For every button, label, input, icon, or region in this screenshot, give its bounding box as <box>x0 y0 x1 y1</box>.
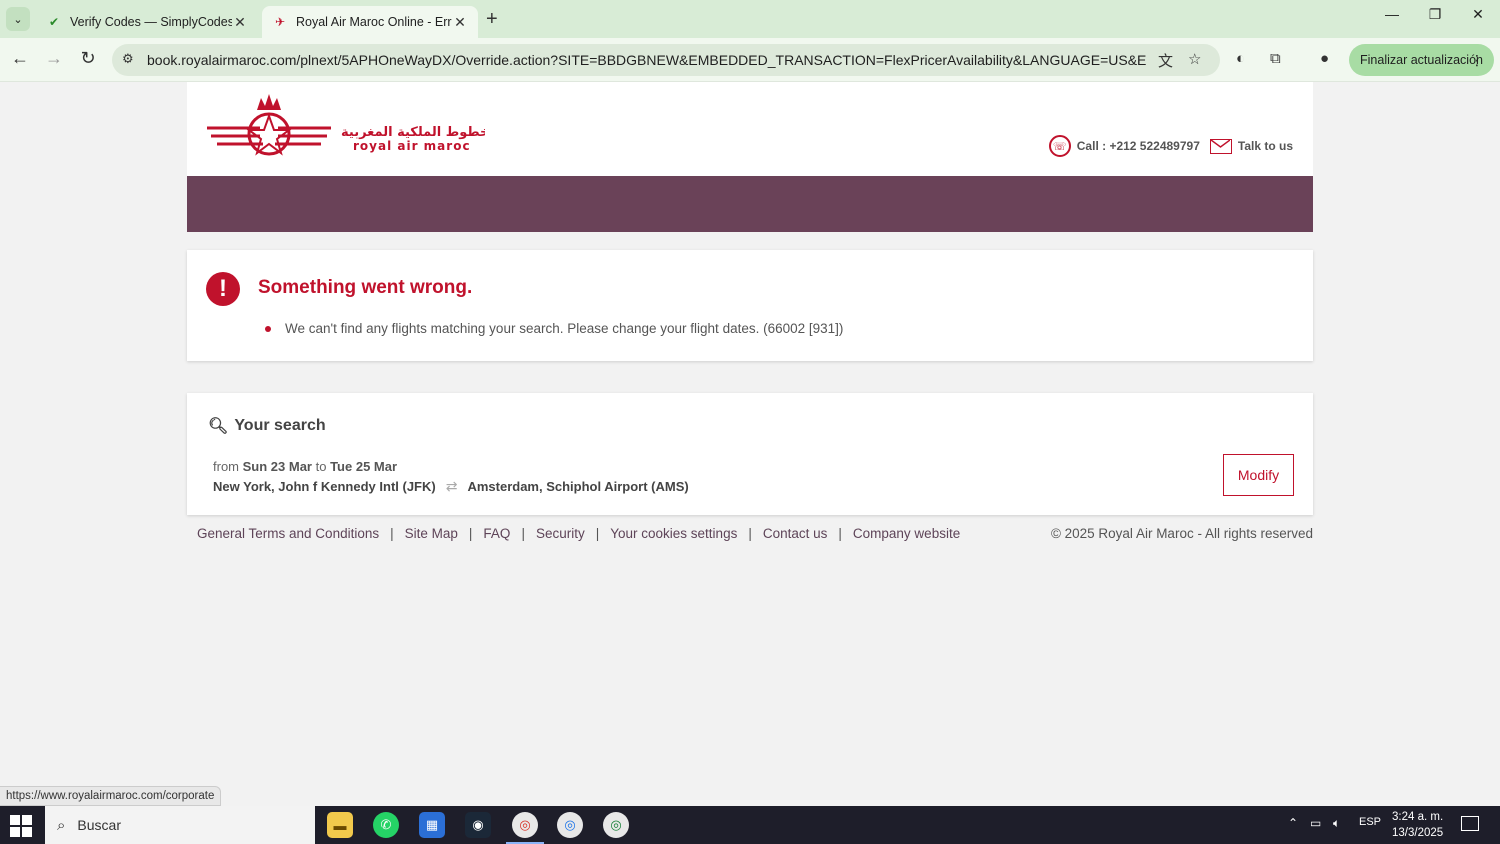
windows-taskbar: ⌕ Buscar ▬ ✆ ▦ ◉ ◎ ◎ ◎ ⌃ ▭ 🔈︎ ESP 3:24 a… <box>0 806 1500 844</box>
destination-airport: Amsterdam, Schiphol Airport (AMS) <box>467 479 689 494</box>
tab-royal-air-maroc[interactable]: ✈ Royal Air Maroc Online - Error ✕ <box>262 6 478 38</box>
departure-date: Sun 23 Mar <box>242 459 312 474</box>
footer-separator: | <box>748 526 752 541</box>
error-title: Something went wrong. <box>258 277 473 298</box>
your-search-panel: 🔍︎ Your search from Sun 23 Mar to Tue 25… <box>187 393 1313 515</box>
footer-separator: | <box>521 526 525 541</box>
footer-link-company[interactable]: Company website <box>853 526 960 541</box>
svg-text:royal air maroc: royal air maroc <box>353 139 471 153</box>
svg-text:الخطوط الملكية المغربية: الخطوط الملكية المغربية <box>341 125 485 140</box>
footer-links: General Terms and Conditions | Site Map | … <box>197 526 960 541</box>
new-tab-icon[interactable]: + <box>486 8 498 31</box>
search-icon: 🔍︎ <box>208 418 229 435</box>
windows-start-icon[interactable] <box>10 815 32 837</box>
footer-link-terms[interactable]: General Terms and Conditions <box>197 526 379 541</box>
url-text[interactable]: book.royalairmaroc.com/plnext/5APHOneWay… <box>147 52 1147 68</box>
bookmark-star-icon[interactable]: ☆ <box>1188 50 1201 68</box>
origin-airport: New York, John f Kennedy Intl (JFK) <box>213 479 436 494</box>
extensions-puzzle-icon[interactable]: ⧉ <box>1270 50 1281 67</box>
forward-icon[interactable]: → <box>42 48 66 69</box>
update-label: Finalizar actualización <box>1360 53 1483 67</box>
steam-icon[interactable]: ◉ <box>465 812 491 838</box>
restore-icon[interactable]: ❐ <box>1415 6 1455 23</box>
minimize-icon[interactable]: — <box>1372 6 1412 22</box>
return-date: Tue 25 Mar <box>330 459 398 474</box>
search-dates: from Sun 23 Mar to Tue 25 Mar <box>213 459 397 474</box>
reload-icon[interactable]: ↻ <box>76 48 100 69</box>
search-summary-title: 🔍︎ Your search <box>208 416 326 436</box>
close-window-icon[interactable]: ✕ <box>1458 6 1498 23</box>
tab-search-button[interactable]: ⌄ <box>6 7 30 31</box>
status-bar-url: https://www.royalairmaroc.com/corporate <box>0 786 222 806</box>
notification-center-icon[interactable] <box>1461 816 1479 831</box>
network-icon[interactable]: ▭ <box>1310 816 1321 830</box>
address-bar[interactable]: ⚙ book.royalairmaroc.com/plnext/5APHOneW… <box>112 44 1220 76</box>
error-exclamation-icon: ! <box>206 272 240 306</box>
tab-simplycodes[interactable]: ✔ Verify Codes — SimplyCodes ✕ <box>36 6 258 38</box>
footer-separator: | <box>468 526 473 541</box>
clock-date: 13/3/2025 <box>1392 827 1444 839</box>
bullet-icon <box>265 326 271 332</box>
volume-icon[interactable]: 🔈︎ <box>1333 816 1340 831</box>
simplycodes-favicon-icon: ✔ <box>48 15 60 29</box>
chrome-icon[interactable]: ◎ <box>506 812 544 844</box>
call-label[interactable]: Call : +212 522489797 <box>1077 139 1200 153</box>
footer-link-sitemap[interactable]: Site Map <box>405 526 458 541</box>
tab-title: Verify Codes — SimplyCodes <box>70 15 232 29</box>
chrome-profile-icon[interactable]: ◎ <box>557 812 583 838</box>
modify-search-button[interactable]: Modify <box>1223 454 1294 496</box>
mail-icon[interactable] <box>1209 138 1232 154</box>
taskbar-search-box[interactable]: ⌕ Buscar <box>45 806 315 844</box>
round-trip-arrows-icon: ⇄ <box>445 478 458 494</box>
whatsapp-icon[interactable]: ✆ <box>373 812 399 838</box>
footer-link-faq[interactable]: FAQ <box>483 526 510 541</box>
more-menu-icon[interactable]: ⋮ <box>1470 52 1484 69</box>
royal-air-maroc-logo[interactable]: الخطوط الملكية المغربية royal air maroc <box>205 90 499 167</box>
error-message-item: We can't find any flights matching your … <box>265 321 844 336</box>
phone-icon: ☏ <box>1048 135 1071 157</box>
footer-link-contact[interactable]: Contact us <box>763 526 828 541</box>
close-tab-icon[interactable]: ✕ <box>452 14 468 31</box>
chrome-profile-2-icon[interactable]: ◎ <box>603 812 629 838</box>
footer-separator: | <box>838 526 842 541</box>
search-title-text: Your search <box>234 417 326 434</box>
close-tab-icon[interactable]: ✕ <box>232 14 248 31</box>
extension-icon[interactable]: ◐ <box>1236 50 1245 67</box>
talk-to-us-link[interactable]: Talk to us <box>1238 139 1293 153</box>
translate-icon[interactable]: 文 <box>1158 50 1173 71</box>
taskbar-clock[interactable]: 3:24 a. m. 13/3/2025 <box>1392 809 1443 841</box>
error-panel: ! Something went wrong. We can't find an… <box>187 250 1313 361</box>
site-header: الخطوط الملكية المغربية royal air maroc … <box>187 82 1313 176</box>
from-word: from <box>213 459 239 474</box>
footer-link-cookies[interactable]: Your cookies settings <box>610 526 737 541</box>
header-banner <box>187 176 1313 232</box>
footer-link-security[interactable]: Security <box>536 526 585 541</box>
ram-favicon-icon: ✈ <box>274 15 286 29</box>
clock-time: 3:24 a. m. <box>1392 811 1444 823</box>
show-hidden-icons-icon[interactable]: ⌃ <box>1288 816 1298 830</box>
copyright-text: © 2025 Royal Air Maroc - All rights rese… <box>1050 526 1313 541</box>
file-explorer-icon[interactable]: ▬ <box>327 812 353 838</box>
search-icon: ⌕ <box>57 816 66 834</box>
tab-title: Royal Air Maroc Online - Error <box>296 15 452 29</box>
back-icon[interactable]: ← <box>8 48 32 69</box>
microsoft-store-icon[interactable]: ▦ <box>419 812 445 838</box>
page-content: الخطوط الملكية المغربية royal air maroc … <box>0 82 1500 806</box>
footer-separator: | <box>595 526 600 541</box>
profile-avatar-icon[interactable]: ● <box>1320 50 1329 67</box>
search-route: New York, John f Kennedy Intl (JFK) ⇄ Am… <box>213 478 689 495</box>
site-info-icon[interactable]: ⚙ <box>122 51 134 67</box>
update-browser-button[interactable]: Finalizar actualización ⋮ <box>1349 44 1494 76</box>
to-word: to <box>315 459 327 474</box>
language-indicator[interactable]: ESP <box>1359 816 1381 828</box>
footer-separator: | <box>390 526 394 541</box>
browser-toolbar: ← → ↻ ⚙ book.royalairmaroc.com/plnext/5A… <box>0 38 1500 82</box>
error-message: We can't find any flights matching your … <box>285 321 844 336</box>
contact-info: ☏ Call : +212 522489797 Talk to us <box>1048 135 1293 157</box>
search-placeholder: Buscar <box>77 817 121 833</box>
tab-strip: ⌄ ✔ Verify Codes — SimplyCodes ✕ ✈ Royal… <box>0 0 1500 38</box>
